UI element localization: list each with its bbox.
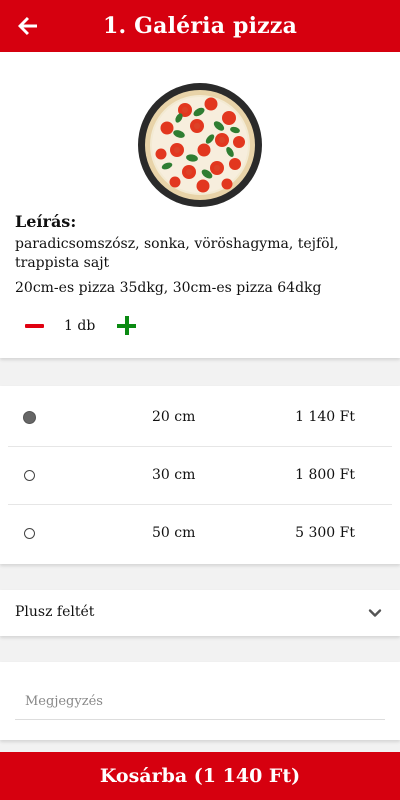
toppings-label: Plusz feltét: [15, 604, 95, 620]
size-options: 20 cm 1 140 Ft 30 cm 1 800 Ft 50 cm 5 30…: [0, 386, 400, 564]
plus-icon[interactable]: [114, 313, 140, 339]
arrow-left-icon[interactable]: [16, 14, 40, 38]
size-label: 30 cm: [152, 467, 196, 483]
radio-icon[interactable]: [24, 470, 35, 481]
product-card: Leírás: paradicsomszósz, sonka, vöröshag…: [0, 52, 400, 358]
note-input[interactable]: [15, 684, 385, 720]
radio-selected-icon[interactable]: [23, 411, 36, 424]
quantity-value: 1 db: [64, 318, 96, 334]
description-text: paradicsomszósz, sonka, vöröshagyma, tej…: [15, 236, 339, 271]
add-to-cart-button[interactable]: Kosárba (1 140 Ft): [0, 752, 400, 800]
size-label: 50 cm: [152, 525, 196, 541]
app-header: 1. Galéria pizza: [0, 0, 400, 52]
size-option-30[interactable]: 30 cm 1 800 Ft: [0, 447, 400, 505]
description-title: Leírás:: [15, 212, 77, 231]
quantity-stepper: 1 db: [15, 313, 140, 339]
extra-toppings-dropdown[interactable]: Plusz feltét: [0, 590, 400, 636]
size-option-50[interactable]: 50 cm 5 300 Ft: [0, 505, 400, 563]
size-price: 5 300 Ft: [295, 525, 355, 541]
size-option-20[interactable]: 20 cm 1 140 Ft: [0, 389, 400, 447]
chevron-down-icon[interactable]: [368, 606, 382, 620]
radio-icon[interactable]: [24, 528, 35, 539]
minus-icon[interactable]: [15, 313, 55, 339]
pizza-image: [137, 82, 263, 208]
size-price: 1 800 Ft: [295, 467, 355, 483]
sizes-note: 20cm-es pizza 35dkg, 30cm-es pizza 64dkg: [15, 280, 322, 296]
size-price: 1 140 Ft: [295, 409, 355, 425]
size-label: 20 cm: [152, 409, 196, 425]
note-card: [0, 662, 400, 740]
page-title: 1. Galéria pizza: [102, 13, 298, 39]
